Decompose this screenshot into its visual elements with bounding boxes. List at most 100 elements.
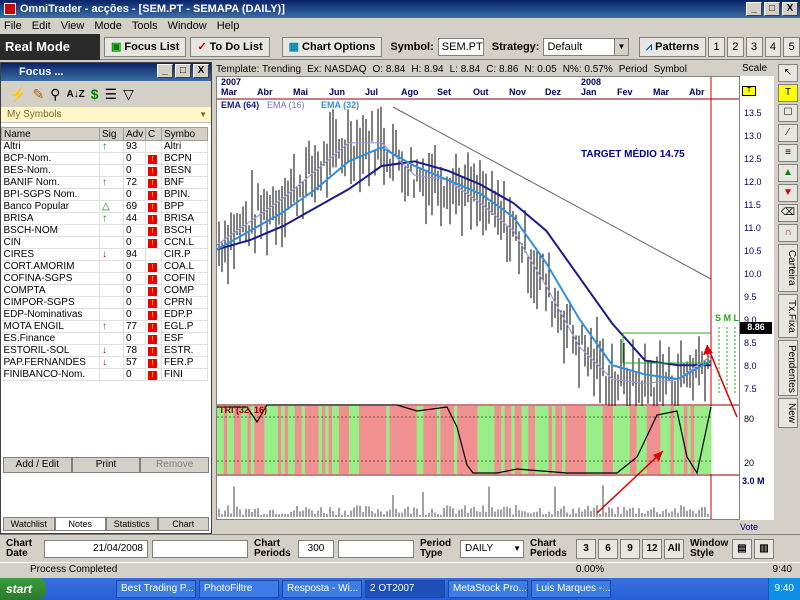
menu-window[interactable]: Window	[168, 20, 207, 32]
line-icon[interactable]: ⁄	[778, 124, 798, 142]
close-button[interactable]: X	[782, 2, 798, 16]
template-select[interactable]: Template: Trending	[216, 64, 301, 75]
chart-periods-input[interactable]: 300	[298, 539, 334, 558]
magnet-icon[interactable]: ∩	[778, 224, 798, 242]
table-row[interactable]: BANIF Nom. ↑ 72! BNF	[1, 176, 208, 189]
patterns-button[interactable]: ⩘ Patterns	[638, 36, 707, 57]
focus-list-button[interactable]: ▣ Focus List	[104, 36, 187, 57]
task-metastock[interactable]: MetaStock Pro...	[448, 580, 528, 598]
scale-select[interactable]: Scale	[740, 62, 774, 76]
table-row[interactable]: BRISA ↑ 44! BRISA	[1, 212, 208, 225]
symbol-input[interactable]: SEM.PT	[437, 37, 484, 56]
tab-pendentes[interactable]: Pendentes	[778, 340, 798, 396]
column-header-name[interactable]: Name	[1, 127, 100, 141]
period-button-6[interactable]: 6	[598, 538, 618, 559]
menu-help[interactable]: Help	[217, 20, 240, 32]
chart-periods-slider[interactable]	[338, 539, 414, 558]
table-row[interactable]: PAP.FERNANDES ↓ 57! FER.P	[1, 356, 208, 369]
table-row[interactable]: COMPTA 0! COMP	[1, 284, 208, 297]
page-button-5[interactable]: 5	[783, 36, 800, 57]
text-icon[interactable]: T	[778, 84, 798, 102]
table-row[interactable]: MOTA ENGIL ↑ 77! EGL.P	[1, 320, 208, 333]
table-row[interactable]: COFINA-SGPS 0! COFIN	[1, 272, 208, 285]
tab-new[interactable]: New	[778, 398, 798, 428]
task-luis-marques[interactable]: Luis Marques -...	[531, 580, 611, 598]
tab-txfixa[interactable]: Tx.Fixa	[778, 294, 798, 338]
page-button-2[interactable]: 2	[726, 36, 744, 57]
chart-canvas[interactable]: Mar Abr Mai Jun Jul Ago Set Out Nov Dez Jan Fev Mar A…	[216, 77, 740, 519]
list-icon[interactable]: ☰	[105, 86, 118, 103]
column-header-symbol[interactable]: Symbo	[161, 127, 208, 141]
table-row[interactable]: ES.Finance 0! ESF	[1, 332, 208, 345]
minimize-button[interactable]: _	[746, 2, 762, 16]
column-header-c[interactable]: C	[145, 127, 162, 141]
menu-mode[interactable]: Mode	[94, 20, 122, 32]
period-type-select[interactable]: DAILY ▼	[460, 539, 524, 558]
period-button-12[interactable]: 12	[642, 538, 662, 559]
pointer-icon[interactable]: ↖	[778, 64, 798, 82]
print-button[interactable]: Print	[71, 457, 141, 473]
chart-date-input[interactable]: 21/04/2008	[44, 539, 148, 558]
period-select[interactable]: Period	[619, 64, 648, 75]
table-row[interactable]: BCP-Nom. 0! BCPN	[1, 152, 208, 165]
table-row[interactable]: CIMPOR-SGPS 0! CPRN	[1, 296, 208, 309]
task-photofiltre[interactable]: PhotoFiltre	[199, 580, 279, 598]
task-resposta[interactable]: Resposta - Wi...	[282, 580, 362, 598]
column-header-sig[interactable]: Sig	[99, 127, 124, 141]
task-best-trading[interactable]: Best Trading P...	[116, 580, 196, 598]
period-button-3[interactable]: 3	[576, 538, 596, 559]
strategy-select[interactable]: Default ▼	[543, 37, 629, 56]
table-row[interactable]: BSCH-NOM 0! BSCH	[1, 224, 208, 237]
box-icon[interactable]: ☐	[778, 104, 798, 122]
symbol-select[interactable]: Symbol	[654, 64, 687, 75]
table-row[interactable]: ESTORIL-SOL ↓ 78! ESTR.	[1, 344, 208, 357]
table-row[interactable]: BES-Nom. 0! BESN	[1, 164, 208, 177]
todo-list-button[interactable]: ✓ To Do List	[190, 36, 270, 57]
maximize-button[interactable]: □	[764, 2, 780, 16]
menu-view[interactable]: View	[61, 20, 85, 32]
tab-statistics[interactable]: Statistics	[106, 517, 158, 531]
focus-close-button[interactable]: X	[193, 64, 209, 78]
remove-button[interactable]: Remove	[140, 457, 210, 473]
period-button-9[interactable]: 9	[620, 538, 640, 559]
sort-icon[interactable]: A↓Z	[66, 89, 84, 100]
tab-chart[interactable]: Chart	[157, 517, 209, 531]
window-style-tile-icon[interactable]: ▤	[732, 538, 752, 559]
page-button-4[interactable]: 4	[764, 36, 782, 57]
menu-file[interactable]: File	[4, 20, 22, 32]
table-row[interactable]: EDP-Nominativas 0! EDP.P	[1, 308, 208, 321]
page-button-3[interactable]: 3	[745, 36, 763, 57]
arrow-down-icon[interactable]: ▼	[778, 184, 798, 202]
chart-date-slider[interactable]	[152, 539, 248, 558]
page-button-1[interactable]: 1	[708, 36, 725, 57]
table-row[interactable]: BPI-SGPS Nom. 0! BPIN.	[1, 188, 208, 201]
arrow-up-icon[interactable]: ▲	[778, 164, 798, 182]
menu-edit[interactable]: Edit	[32, 20, 51, 32]
magnifier-icon[interactable]: ⚲	[50, 86, 60, 103]
focus-maximize-button[interactable]: □	[175, 64, 191, 78]
signal-icon[interactable]: ⚡	[9, 86, 26, 103]
start-button[interactable]: start	[0, 578, 46, 600]
fib-icon[interactable]: ≡	[778, 144, 798, 162]
task-ot2007[interactable]: 2 OT2007	[365, 580, 445, 598]
add-edit-button[interactable]: Add / Edit	[3, 457, 72, 473]
list-selector[interactable]: My Symbols ▼	[1, 107, 211, 123]
filter-icon[interactable]: ▽	[123, 86, 134, 103]
chart-options-button[interactable]: ▦ Chart Options	[281, 36, 383, 57]
table-row[interactable]: CORT.AMORIM 0! COA.L	[1, 260, 208, 273]
table-row[interactable]: FINIBANCO-Nom. 0! FINI	[1, 368, 208, 381]
column-header-adv[interactable]: Adv	[123, 127, 146, 141]
dollar-icon[interactable]: $	[91, 86, 99, 102]
table-row[interactable]: Altri ↑ 93 Altri	[1, 140, 208, 153]
window-style-cascade-icon[interactable]: ▥	[754, 538, 774, 559]
price-chart[interactable]: Mar Abr Mai Jun Jul Ago Set Out Nov Dez Jan Fev Mar A…	[216, 76, 740, 520]
table-row[interactable]: Banco Popular △ 69! BPP	[1, 200, 208, 213]
tab-carteira[interactable]: Carteira	[778, 244, 798, 292]
period-button-all[interactable]: All	[664, 538, 684, 559]
tab-notes[interactable]: Notes	[54, 517, 106, 531]
table-row[interactable]: CIRES ↓ 94 CIR.P	[1, 248, 208, 261]
focus-minimize-button[interactable]: _	[157, 64, 173, 78]
menu-tools[interactable]: Tools	[132, 20, 158, 32]
pencil-icon[interactable]: ✎	[32, 86, 44, 103]
eraser-icon[interactable]: ⌫	[778, 204, 798, 222]
